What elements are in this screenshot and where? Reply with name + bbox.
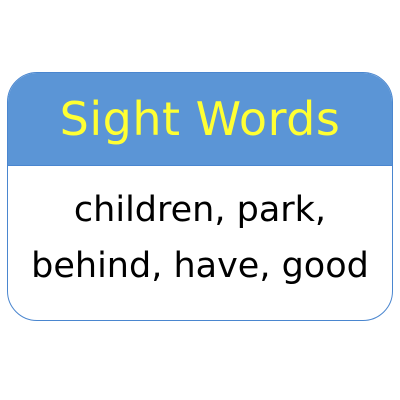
card-header: Sight Words bbox=[8, 73, 392, 166]
word-line-2: behind, have, good bbox=[31, 246, 369, 286]
canvas: Sight Words children, park, behind, have… bbox=[0, 0, 400, 400]
sight-words-card: Sight Words children, park, behind, have… bbox=[7, 72, 393, 321]
card-body: children, park, behind, have, good bbox=[8, 166, 392, 320]
word-line-1: children, park, bbox=[73, 190, 327, 230]
card-title: Sight Words bbox=[59, 92, 341, 146]
